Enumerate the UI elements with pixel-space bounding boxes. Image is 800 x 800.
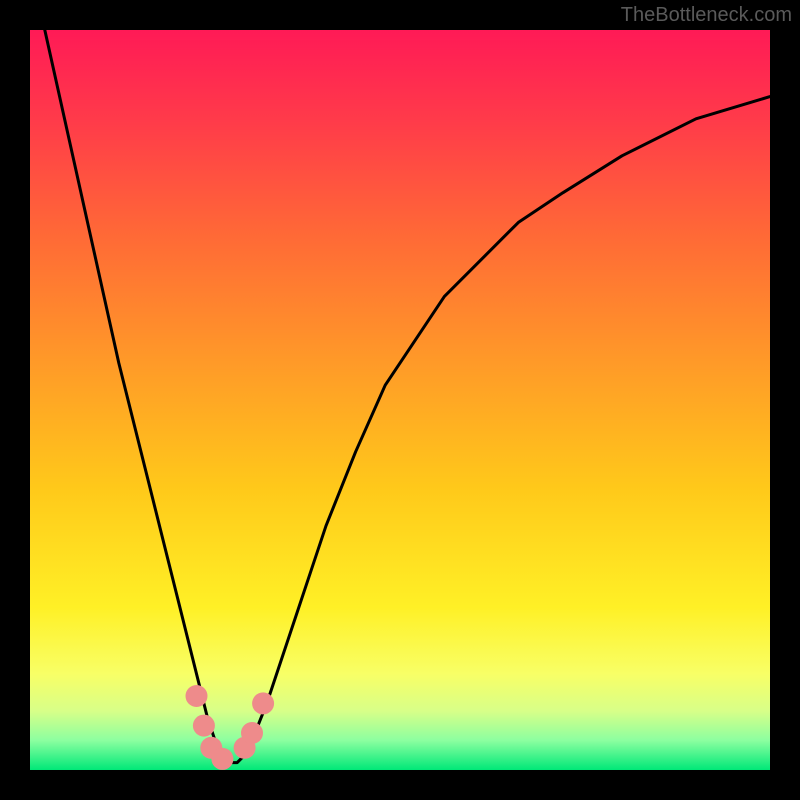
watermark-text: TheBottleneck.com (621, 4, 792, 27)
bottleneck-chart (30, 30, 770, 770)
data-marker (241, 722, 263, 744)
data-marker (211, 748, 233, 770)
data-marker (186, 685, 208, 707)
data-marker (193, 715, 215, 737)
data-marker (252, 692, 274, 714)
chart-background (30, 30, 770, 770)
chart-svg (30, 30, 770, 770)
